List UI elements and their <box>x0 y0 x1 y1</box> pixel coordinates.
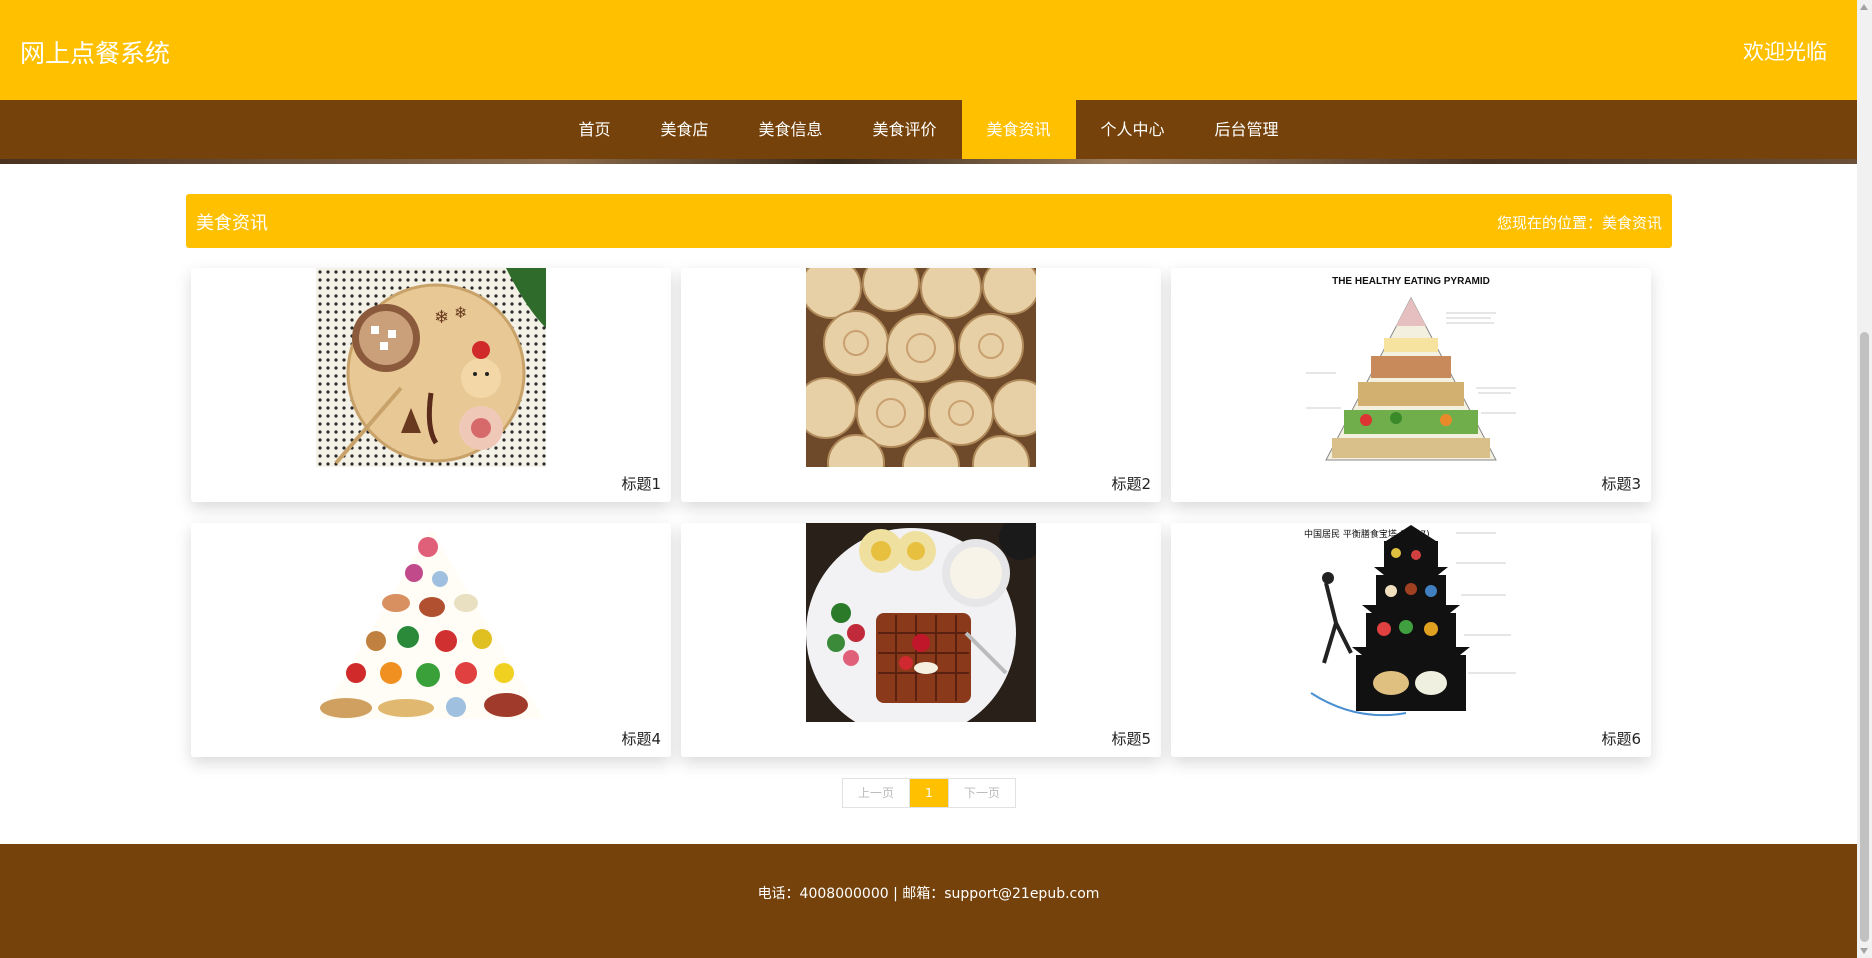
news-card[interactable]: THE HEALTHY EATING PYRAMID 标题3 <box>1171 268 1651 502</box>
news-card[interactable]: 中国居民 平衡膳食宝塔 (2007) 标题6 <box>1171 523 1651 757</box>
top-header: 网上点餐系统 欢迎光临 <box>0 0 1857 100</box>
footer-contact: 电话：4008000000 | 邮箱：support@21epub.com <box>757 886 1100 902</box>
svg-text:❄: ❄ <box>454 303 467 322</box>
main-nav: 首页 美食店 美食信息 美食评价 美食资讯 个人中心 后台管理 <box>0 100 1857 160</box>
pagination: 上一页 1 下一页 <box>842 778 1016 808</box>
page-scrollbar[interactable] <box>1857 0 1872 958</box>
nav-item-profile[interactable]: 个人中心 <box>1076 100 1190 160</box>
news-card-title[interactable]: 标题2 <box>1111 473 1151 494</box>
news-card-title[interactable]: 标题3 <box>1601 473 1641 494</box>
news-image-diet-pagoda[interactable]: 中国居民 平衡膳食宝塔 (2007) <box>1296 523 1526 722</box>
news-image-waffle-plate[interactable] <box>806 523 1036 722</box>
site-title: 网上点餐系统 <box>20 39 171 68</box>
section-header: 美食资讯 您现在的位置：美食资讯 <box>186 194 1672 248</box>
news-card[interactable]: 标题2 <box>681 268 1161 502</box>
nav-item-food-info[interactable]: 美食信息 <box>733 100 847 160</box>
scroll-up-arrow-icon[interactable] <box>1860 4 1868 10</box>
nav-item-home[interactable]: 首页 <box>553 100 635 160</box>
svg-text:❄: ❄ <box>434 307 449 328</box>
nav-item-news[interactable]: 美食资讯 <box>961 100 1076 160</box>
scroll-thumb[interactable] <box>1860 332 1869 942</box>
welcome-text: 欢迎光临 <box>1743 40 1827 64</box>
breadcrumb: 您现在的位置：美食资讯 <box>1496 214 1662 232</box>
page-number-current[interactable]: 1 <box>910 779 948 807</box>
prev-page-button[interactable]: 上一页 <box>843 779 910 807</box>
scroll-down-arrow-icon[interactable] <box>1860 948 1868 954</box>
news-card[interactable]: 标题4 <box>191 523 671 757</box>
footer: 电话：4008000000 | 邮箱：support@21epub.com <box>0 844 1857 958</box>
pyramid-image-title: THE HEALTHY EATING PYRAMID <box>1332 276 1490 287</box>
next-page-button[interactable]: 下一页 <box>948 779 1015 807</box>
news-card-title[interactable]: 标题1 <box>621 473 661 494</box>
news-image-food-pyramid[interactable] <box>316 523 546 722</box>
nav-item-shops[interactable]: 美食店 <box>635 100 733 160</box>
news-image-bread-rolls[interactable] <box>806 268 1036 467</box>
news-card-title[interactable]: 标题4 <box>621 728 661 749</box>
banner-strip <box>0 159 1857 164</box>
news-card-title[interactable]: 标题5 <box>1111 728 1151 749</box>
section-title: 美食资讯 <box>196 213 268 234</box>
news-card[interactable]: ❄ ❄ 标题1 <box>191 268 671 502</box>
nav-item-reviews[interactable]: 美食评价 <box>847 100 961 160</box>
news-image-healthy-pyramid[interactable]: THE HEALTHY EATING PYRAMID <box>1296 268 1526 467</box>
news-card-title[interactable]: 标题6 <box>1601 728 1641 749</box>
news-card[interactable]: 标题5 <box>681 523 1161 757</box>
nav-item-admin[interactable]: 后台管理 <box>1190 100 1304 160</box>
news-image-holiday-snack[interactable]: ❄ ❄ <box>316 268 546 467</box>
